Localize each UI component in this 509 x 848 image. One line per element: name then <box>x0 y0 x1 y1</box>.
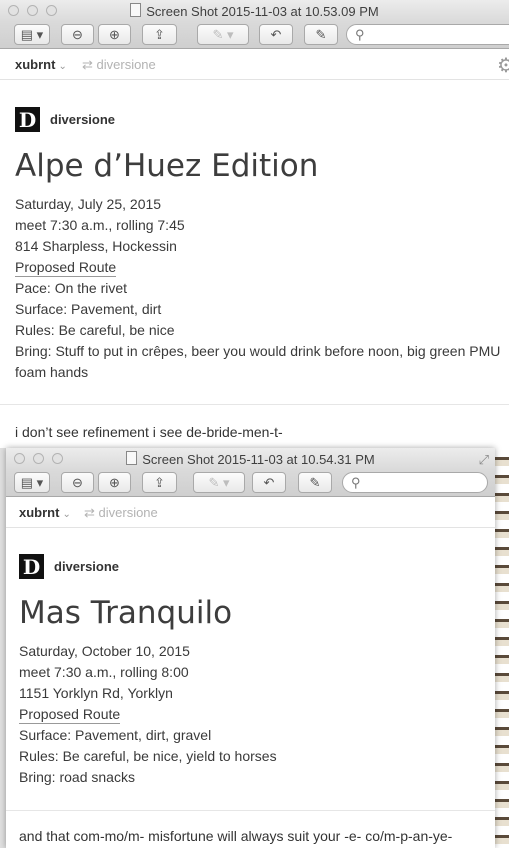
zoom-out-icon: ⊖ <box>72 474 83 490</box>
sidebar-icon: ▤ ▾ <box>20 26 44 42</box>
username-dropdown[interactable]: xubrnt ⌄ <box>19 505 71 520</box>
bring: Bring: Stuff to put in crêpes, beer you … <box>15 343 501 359</box>
blog-logo[interactable]: D <box>15 107 40 132</box>
zoom-out-button[interactable]: ⊖ <box>61 24 94 45</box>
post-lines: Saturday, July 25, 2015 meet 7:30 a.m., … <box>15 194 509 383</box>
toolbar: ▤ ▾ ⊖ ⊕ ⇪ ✎ ▾ ↶ ✎ ⚲ <box>6 470 495 497</box>
address: 1151 Yorklyn Rd, Yorklyn <box>19 685 173 701</box>
divider <box>6 810 495 811</box>
markup-icon: ✎ ▾ <box>212 26 234 42</box>
divider <box>0 404 509 405</box>
sidebar-toggle-button[interactable]: ▤ ▾ <box>14 472 50 493</box>
sidebar-icon: ▤ ▾ <box>20 474 44 490</box>
reblog-icon: ⇄ <box>82 57 97 72</box>
toolbar: ▤ ▾ ⊖ ⊕ ⇪ ✎ ▾ ↶ ✎ ⚲ <box>0 22 509 49</box>
edit-button[interactable]: ✎ <box>298 472 332 493</box>
markup-button[interactable]: ✎ ▾ <box>197 24 249 45</box>
event-date: Saturday, October 10, 2015 <box>19 643 190 659</box>
search-field[interactable]: ⚲ <box>342 472 488 493</box>
zoom-in-button[interactable]: ⊕ <box>98 24 131 45</box>
edit-icon: ✎ <box>309 474 321 490</box>
rotate-icon: ↶ <box>263 474 275 490</box>
event-date: Saturday, July 25, 2015 <box>15 196 162 212</box>
surface: Surface: Pavement, dirt, gravel <box>19 727 212 743</box>
document-icon <box>130 3 142 17</box>
rotate-button[interactable]: ↶ <box>259 24 293 45</box>
zoom-in-icon: ⊕ <box>109 26 120 42</box>
zoom-out-button[interactable]: ⊖ <box>61 472 94 493</box>
meet-time: meet 7:30 a.m., rolling 7:45 <box>15 217 185 233</box>
zoom-in-icon: ⊕ <box>109 474 120 490</box>
meet-time: meet 7:30 a.m., rolling 8:00 <box>19 664 189 680</box>
search-icon: ⚲ <box>355 27 365 42</box>
post-title: Alpe d’Huez Edition <box>15 148 319 184</box>
rules: Rules: Be careful, be nice <box>15 322 175 338</box>
address: 814 Sharpless, Hockessin <box>15 238 177 254</box>
surface: Surface: Pavement, dirt <box>15 301 162 317</box>
markup-button[interactable]: ✎ ▾ <box>193 472 245 493</box>
reblog-icon: ⇄ <box>84 505 99 520</box>
blog-header: D diversione <box>19 554 495 579</box>
window-title: Screen Shot 2015-11-03 at 10.54.31 PM <box>6 451 495 467</box>
reblog-caption: and that com-mo/m- misfortune will alway… <box>19 828 453 844</box>
blog-name[interactable]: diversione <box>54 559 119 574</box>
share-button[interactable]: ⇪ <box>142 472 177 493</box>
chevron-down-icon: ⌄ <box>58 61 67 72</box>
post-header: xubrnt ⌄ ⇄ diversione <box>6 497 495 528</box>
pace: Pace: On the rivet <box>15 280 128 296</box>
post-title: Mas Tranquilo <box>19 595 233 631</box>
proposed-route-link[interactable]: Proposed Route <box>15 259 117 277</box>
rotate-button[interactable]: ↶ <box>252 472 286 493</box>
post-body: D diversione Mas Tranquilo Saturday, Oct… <box>19 554 495 788</box>
reblog-source[interactable]: ⇄ diversione <box>82 57 156 73</box>
blog-name[interactable]: diversione <box>50 112 115 127</box>
preview-window-2: Screen Shot 2015-11-03 at 10.54.31 PM ⤢ … <box>6 448 495 848</box>
title-bar[interactable]: Screen Shot 2015-11-03 at 10.54.31 PM ⤢ <box>6 448 495 470</box>
window-title: Screen Shot 2015-11-03 at 10.53.09 PM <box>0 3 509 19</box>
post-lines: Saturday, October 10, 2015 meet 7:30 a.m… <box>19 641 495 788</box>
edit-button[interactable]: ✎ <box>304 24 338 45</box>
rules: Rules: Be careful, be nice, yield to hor… <box>19 748 277 764</box>
preview-window-1: Screen Shot 2015-11-03 at 10.53.09 PM ▤ … <box>0 0 509 448</box>
zoom-in-button[interactable]: ⊕ <box>98 472 131 493</box>
reblog-caption: i don’t see refinement i see de-bride-me… <box>15 424 283 440</box>
rotate-icon: ↶ <box>270 26 282 42</box>
document-icon <box>126 451 138 465</box>
username-dropdown[interactable]: xubrnt ⌄ <box>15 57 67 72</box>
edit-icon: ✎ <box>315 26 327 42</box>
proposed-route-link[interactable]: Proposed Route <box>19 706 121 724</box>
search-icon: ⚲ <box>351 475 361 490</box>
zoom-out-icon: ⊖ <box>72 26 83 42</box>
gear-icon[interactable]: ⚙ <box>497 53 509 78</box>
chevron-down-icon: ⌄ <box>62 509 71 520</box>
post-header: xubrnt ⌄ ⇄ diversione ⚙ <box>0 49 509 80</box>
reblog-source[interactable]: ⇄ diversione <box>84 505 158 521</box>
sidebar-toggle-button[interactable]: ▤ ▾ <box>14 24 50 45</box>
post-body: D diversione Alpe d’Huez Edition Saturda… <box>15 107 509 383</box>
share-button[interactable]: ⇪ <box>142 24 177 45</box>
bring-continued: foam hands <box>15 364 89 380</box>
bring: Bring: road snacks <box>19 769 135 785</box>
share-icon: ⇪ <box>154 474 165 490</box>
background-window-edge <box>495 448 509 848</box>
title-bar[interactable]: Screen Shot 2015-11-03 at 10.53.09 PM <box>0 0 509 22</box>
search-field[interactable]: ⚲ <box>346 24 509 45</box>
fullscreen-icon[interactable]: ⤢ <box>479 452 489 468</box>
blog-logo[interactable]: D <box>19 554 44 579</box>
blog-header: D diversione <box>15 107 509 132</box>
markup-icon: ✎ ▾ <box>208 474 230 490</box>
share-icon: ⇪ <box>154 26 165 42</box>
